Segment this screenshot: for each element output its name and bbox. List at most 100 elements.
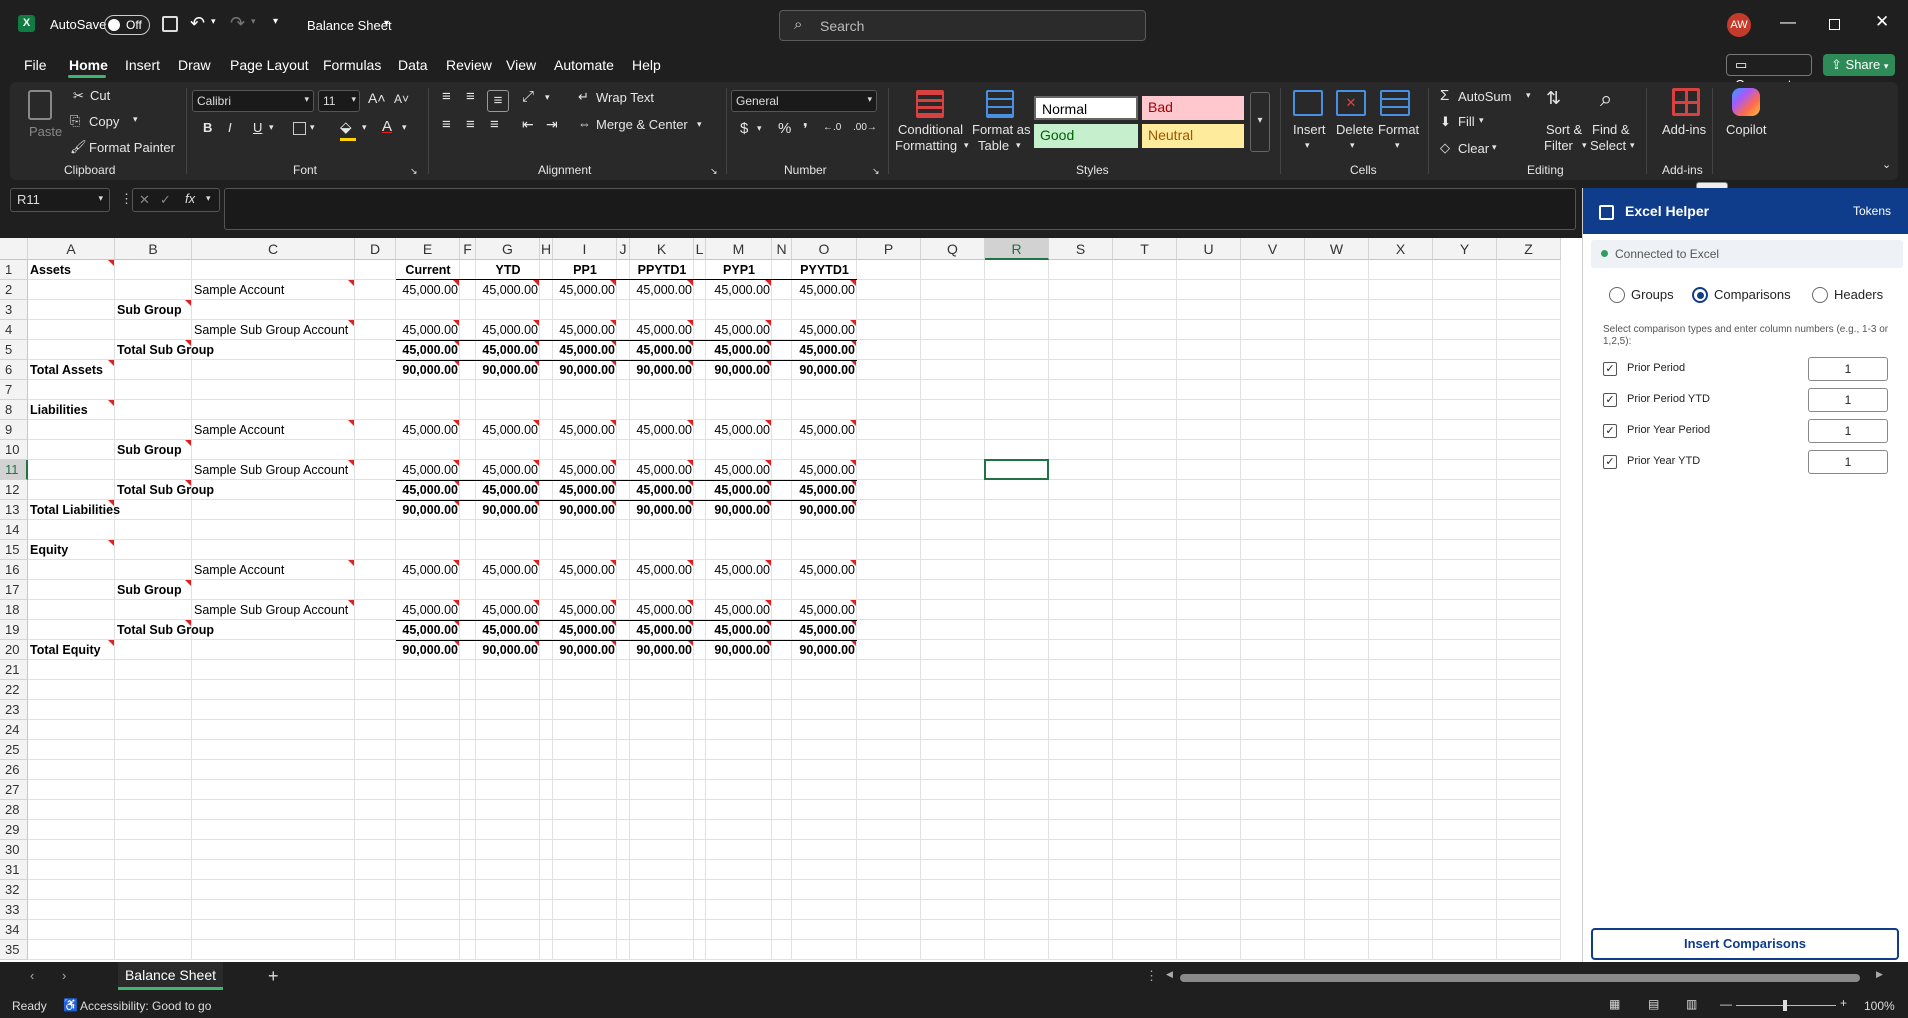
undo-icon[interactable]: ↶ — [190, 13, 205, 34]
row-header-13[interactable]: 13 — [0, 500, 28, 520]
borders-icon[interactable] — [293, 122, 306, 135]
selected-cell[interactable] — [984, 459, 1049, 480]
conditional-formatting-label[interactable]: Conditional — [898, 122, 963, 137]
find-select-label-2[interactable]: Select — [1590, 138, 1626, 153]
zoom-level[interactable]: 100% — [1864, 999, 1895, 1013]
tokens-link[interactable]: Tokens — [1853, 204, 1891, 218]
prior-year-ytd-checkbox[interactable]: ✓ — [1603, 455, 1617, 469]
value-cell-e16[interactable]: 45,000.00 — [396, 560, 460, 580]
value-cell-m12[interactable]: 45,000.00 — [706, 480, 772, 500]
currency-icon[interactable]: $ — [740, 120, 748, 137]
column-header-k[interactable]: K — [630, 238, 694, 260]
value-cell-o2[interactable]: 45,000.00 — [792, 280, 857, 300]
value-cell-g11[interactable]: 45,000.00 — [476, 460, 540, 480]
cell-c11[interactable]: Sample Sub Group Account — [194, 460, 348, 480]
row-header-31[interactable]: 31 — [0, 860, 28, 880]
value-cell-k5[interactable]: 45,000.00 — [630, 340, 694, 360]
value-cell-i5[interactable]: 45,000.00 — [553, 340, 617, 360]
align-right-icon[interactable]: ≡ — [490, 116, 499, 133]
column-header-o[interactable]: O — [792, 238, 857, 260]
row-header-15[interactable]: 15 — [0, 540, 28, 560]
sheet-tab-balance-sheet[interactable]: Balance Sheet — [118, 962, 223, 990]
cell-b12[interactable]: Total Sub Group — [117, 480, 214, 500]
sort-filter-label-2[interactable]: Filter — [1544, 138, 1573, 153]
collapse-ribbon-icon[interactable]: ⌄ — [1882, 158, 1891, 171]
row-header-9[interactable]: 9 — [0, 420, 28, 440]
cancel-formula-icon[interactable]: ✕ — [139, 192, 150, 208]
row-header-33[interactable]: 33 — [0, 900, 28, 920]
value-cell-k4[interactable]: 45,000.00 — [630, 320, 694, 340]
value-cell-k18[interactable]: 45,000.00 — [630, 600, 694, 620]
add-ins-icon[interactable] — [1672, 88, 1700, 116]
tab-draw[interactable]: Draw — [178, 57, 211, 73]
share-button[interactable]: ⇪ Share ▾ — [1823, 54, 1895, 76]
row-header-23[interactable]: 23 — [0, 700, 28, 720]
italic-button[interactable]: I — [228, 120, 232, 135]
value-cell-e9[interactable]: 45,000.00 — [396, 420, 460, 440]
formula-input[interactable] — [224, 188, 1576, 230]
format-cells-button[interactable]: Format — [1378, 122, 1419, 137]
copilot-button[interactable]: Copilot — [1726, 122, 1766, 137]
value-cell-o5[interactable]: 45,000.00 — [792, 340, 857, 360]
value-cell-m13[interactable]: 90,000.00 — [706, 500, 772, 520]
format-cells-icon[interactable] — [1380, 90, 1410, 116]
value-cell-o13[interactable]: 90,000.00 — [792, 500, 857, 520]
wrap-text-button[interactable]: Wrap Text — [596, 90, 654, 105]
cut-button[interactable]: Cut — [90, 88, 110, 103]
paste-icon[interactable] — [28, 90, 52, 120]
row-header-34[interactable]: 34 — [0, 920, 28, 940]
comma-style-icon[interactable]: ❜ — [803, 120, 808, 138]
percent-icon[interactable]: % — [778, 120, 791, 137]
value-cell-i19[interactable]: 45,000.00 — [553, 620, 617, 640]
tab-home[interactable]: Home — [69, 57, 108, 73]
conditional-formatting-label-2[interactable]: Formatting — [895, 138, 957, 153]
column-title-pp1[interactable]: PP1 — [553, 260, 617, 280]
column-header-c[interactable]: C — [192, 238, 355, 260]
cell-c9[interactable]: Sample Account — [194, 420, 284, 440]
cell-a1[interactable]: Assets — [30, 260, 71, 280]
cell-a13[interactable]: Total Liabilities — [30, 500, 120, 520]
cell-b10[interactable]: Sub Group — [117, 440, 182, 460]
prior-period-ytd-checkbox[interactable]: ✓ — [1603, 393, 1617, 407]
row-header-7[interactable]: 7 — [0, 380, 28, 400]
comments-button[interactable]: ▭ Comments — [1726, 54, 1812, 92]
value-cell-o16[interactable]: 45,000.00 — [792, 560, 857, 580]
column-header-s[interactable]: S — [1049, 238, 1113, 260]
accessibility-status[interactable]: Accessibility: Good to go — [80, 999, 211, 1013]
currency-dropdown-icon[interactable]: ▾ — [757, 123, 762, 134]
value-cell-o4[interactable]: 45,000.00 — [792, 320, 857, 340]
row-header-11[interactable]: 11 — [0, 460, 28, 480]
value-cell-m11[interactable]: 45,000.00 — [706, 460, 772, 480]
value-cell-e13[interactable]: 90,000.00 — [396, 500, 460, 520]
column-header-v[interactable]: V — [1241, 238, 1305, 260]
tab-review[interactable]: Review — [446, 57, 492, 73]
increase-indent-icon[interactable]: ⇥ — [546, 116, 558, 133]
cut-icon[interactable]: ✂ — [73, 88, 84, 104]
cell-a20[interactable]: Total Equity — [30, 640, 101, 660]
zoom-out-icon[interactable]: — — [1720, 997, 1732, 1011]
value-cell-o12[interactable]: 45,000.00 — [792, 480, 857, 500]
align-center-icon[interactable]: ≡ — [466, 116, 475, 133]
row-header-22[interactable]: 22 — [0, 680, 28, 700]
save-icon[interactable] — [162, 16, 178, 32]
insert-cells-button[interactable]: Insert — [1293, 122, 1326, 137]
value-cell-e5[interactable]: 45,000.00 — [396, 340, 460, 360]
bold-button[interactable]: B — [203, 120, 212, 135]
clear-dropdown-icon[interactable]: ▾ — [1492, 142, 1497, 153]
page-break-view-icon[interactable]: ▥ — [1686, 997, 1697, 1011]
find-select-label[interactable]: Find & — [1592, 122, 1630, 137]
chevron-down-icon[interactable]: ▾ — [1350, 140, 1355, 151]
value-cell-m19[interactable]: 45,000.00 — [706, 620, 772, 640]
borders-dropdown-icon[interactable]: ▾ — [310, 122, 315, 133]
style-bad[interactable]: Bad — [1142, 96, 1244, 120]
value-cell-i6[interactable]: 90,000.00 — [553, 360, 617, 380]
minimize-icon[interactable]: — — [1780, 14, 1796, 32]
mode-headers-radio[interactable] — [1812, 287, 1828, 303]
chevron-down-icon[interactable]: ▾ — [1016, 140, 1021, 151]
value-cell-o9[interactable]: 45,000.00 — [792, 420, 857, 440]
value-cell-k19[interactable]: 45,000.00 — [630, 620, 694, 640]
close-icon[interactable]: ✕ — [1875, 12, 1889, 32]
row-header-28[interactable]: 28 — [0, 800, 28, 820]
tab-data[interactable]: Data — [398, 57, 428, 73]
insert-cells-icon[interactable] — [1293, 90, 1323, 116]
